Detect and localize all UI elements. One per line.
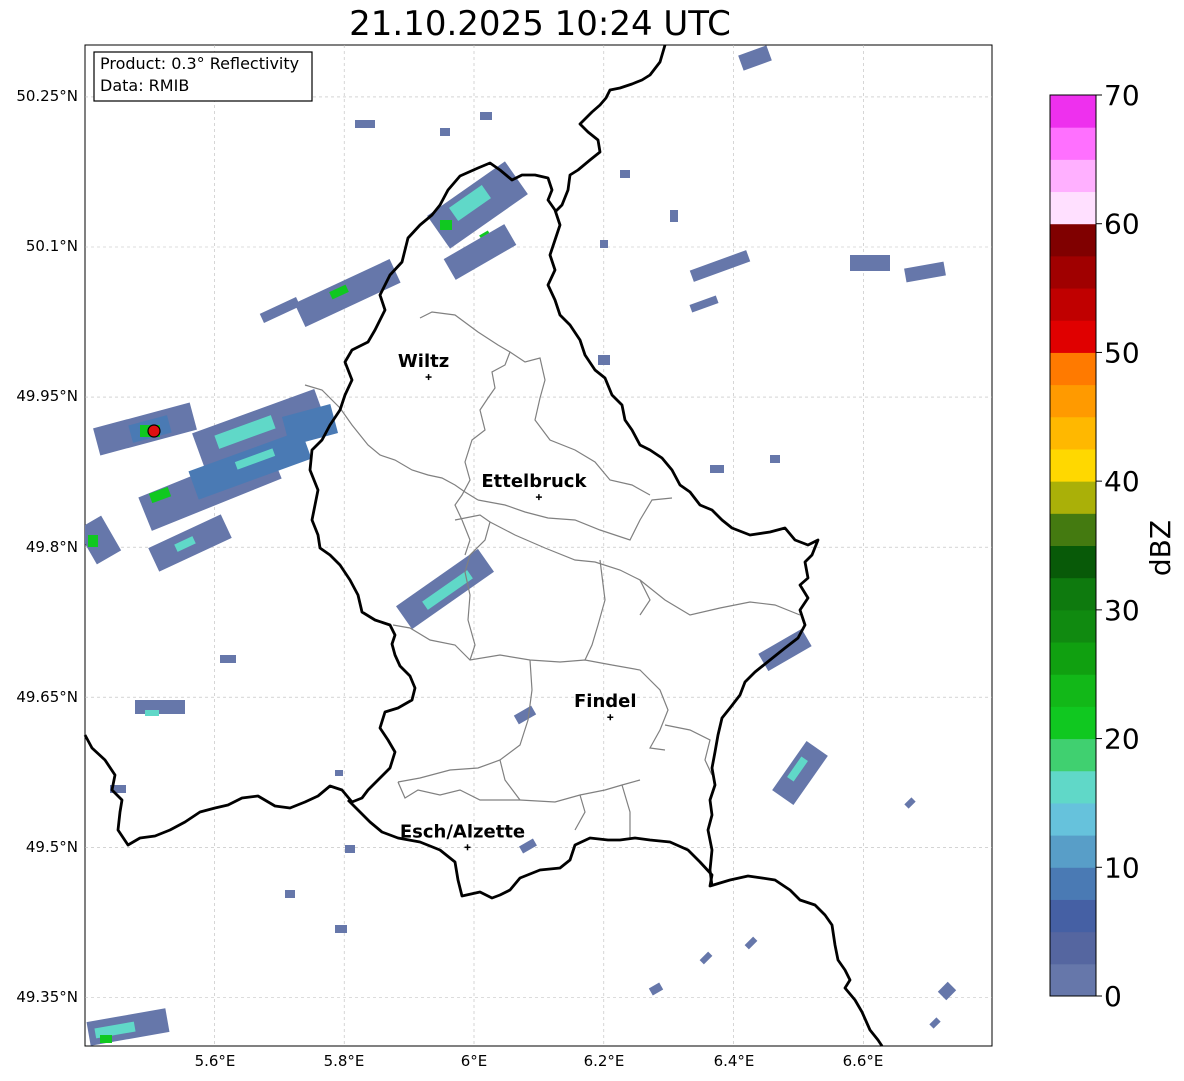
colorbar-swatch xyxy=(1050,835,1096,868)
radar-echo xyxy=(145,710,159,716)
colorbar-tick-label: 70 xyxy=(1104,79,1140,112)
colorbar-swatch xyxy=(1050,352,1096,386)
radar-echo xyxy=(670,210,678,222)
lat-tick: 49.5°N xyxy=(26,838,78,856)
lat-tick: 50.25°N xyxy=(16,87,78,105)
city-label: Findel xyxy=(574,691,637,712)
colorbar-swatch xyxy=(1050,577,1096,611)
lat-tick: 49.8°N xyxy=(26,538,78,556)
colorbar-tick-label: 10 xyxy=(1104,851,1140,884)
colorbar-tick-label: 30 xyxy=(1104,594,1140,627)
colorbar-label: dBZ xyxy=(1144,520,1177,576)
radar-echo xyxy=(335,770,343,776)
lon-tick: 6°E xyxy=(461,1052,488,1070)
lon-tick-labels: 5.6°E 5.8°E 6°E 6.2°E 6.4°E 6.6°E xyxy=(195,1052,884,1070)
colorbar-tick-label: 20 xyxy=(1104,723,1140,756)
lon-tick: 6.2°E xyxy=(584,1052,625,1070)
radar-echo xyxy=(440,128,450,136)
colorbar-swatch xyxy=(1050,609,1096,643)
colorbar-swatch xyxy=(1050,867,1096,900)
colorbar-swatch xyxy=(1050,963,1096,997)
radar-echo xyxy=(850,255,890,271)
radar-echo xyxy=(620,170,630,178)
city-label: Esch/Alzette xyxy=(400,821,525,842)
radar-echo xyxy=(770,455,780,463)
colorbar-swatch xyxy=(1050,448,1096,482)
lat-tick: 50.1°N xyxy=(26,237,78,255)
radar-echo xyxy=(355,120,375,128)
radar-echo xyxy=(135,700,185,714)
lon-tick: 6.6°E xyxy=(843,1052,884,1070)
radar-echo xyxy=(335,925,347,933)
colorbar-swatch xyxy=(1050,802,1096,836)
radar-echo xyxy=(345,845,355,853)
colorbar-tick-label: 40 xyxy=(1104,465,1140,498)
colorbar-swatch xyxy=(1050,95,1096,128)
colorbar-swatch xyxy=(1050,255,1096,289)
city-label: Wiltz xyxy=(398,351,449,372)
colorbar-tick-label: 0 xyxy=(1104,980,1122,1013)
colorbar-swatch xyxy=(1050,642,1096,675)
colorbar-tick-label: 50 xyxy=(1104,336,1140,369)
lat-tick-labels: 50.25°N 50.1°N 49.95°N 49.8°N 49.65°N 49… xyxy=(16,87,78,1006)
colorbar-swatch xyxy=(1050,223,1096,257)
radar-echo xyxy=(600,240,608,248)
colorbar-swatches xyxy=(1050,95,1096,997)
product-label: Product: 0.3° Reflectivity xyxy=(100,54,299,73)
radar-echo xyxy=(440,220,452,230)
radar-echo xyxy=(710,465,724,473)
colorbar-tick-label: 60 xyxy=(1104,208,1140,241)
radar-echo xyxy=(598,355,610,365)
colorbar-swatch xyxy=(1050,674,1096,707)
colorbar-swatch xyxy=(1050,545,1096,579)
colorbar-swatch xyxy=(1050,513,1096,546)
colorbar-swatch xyxy=(1050,191,1096,225)
radar-site-marker xyxy=(147,424,161,438)
colorbar-swatch xyxy=(1050,159,1096,193)
colorbar-swatch xyxy=(1050,416,1096,450)
city-label: Ettelbruck xyxy=(481,471,587,492)
radar-echo xyxy=(285,890,295,898)
colorbar-swatch xyxy=(1050,738,1096,772)
colorbar-swatch xyxy=(1050,931,1096,965)
radar-echo xyxy=(88,535,98,547)
radar-echo xyxy=(100,1035,112,1043)
lat-tick: 49.35°N xyxy=(16,988,78,1006)
lon-tick: 5.8°E xyxy=(324,1052,365,1070)
colorbar-swatch xyxy=(1050,320,1096,353)
source-label: Data: RMIB xyxy=(100,76,189,95)
radar-echo xyxy=(480,112,492,120)
colorbar-swatch xyxy=(1050,288,1096,321)
colorbar-swatch xyxy=(1050,481,1096,514)
lat-tick: 49.95°N xyxy=(16,387,78,405)
colorbar-swatch xyxy=(1050,127,1096,160)
colorbar-swatch xyxy=(1050,899,1096,933)
colorbar: 0 10 20 30 40 50 60 70 dBZ xyxy=(1049,79,1177,1013)
colorbar-ticks: 0 10 20 30 40 50 60 70 xyxy=(1096,79,1140,1013)
info-box: Product: 0.3° Reflectivity Data: RMIB xyxy=(93,51,313,102)
colorbar-swatch xyxy=(1050,770,1096,804)
colorbar-swatch xyxy=(1050,706,1096,740)
colorbar-swatch xyxy=(1050,384,1096,418)
lon-tick: 5.6°E xyxy=(195,1052,236,1070)
radar-site-icon xyxy=(147,424,161,438)
radar-figure: Product: 0.3° Reflectivity Data: RMIB Wi… xyxy=(16,44,1177,1070)
lon-tick: 6.4°E xyxy=(714,1052,755,1070)
lat-tick: 49.65°N xyxy=(16,688,78,706)
radar-echo xyxy=(220,655,236,663)
